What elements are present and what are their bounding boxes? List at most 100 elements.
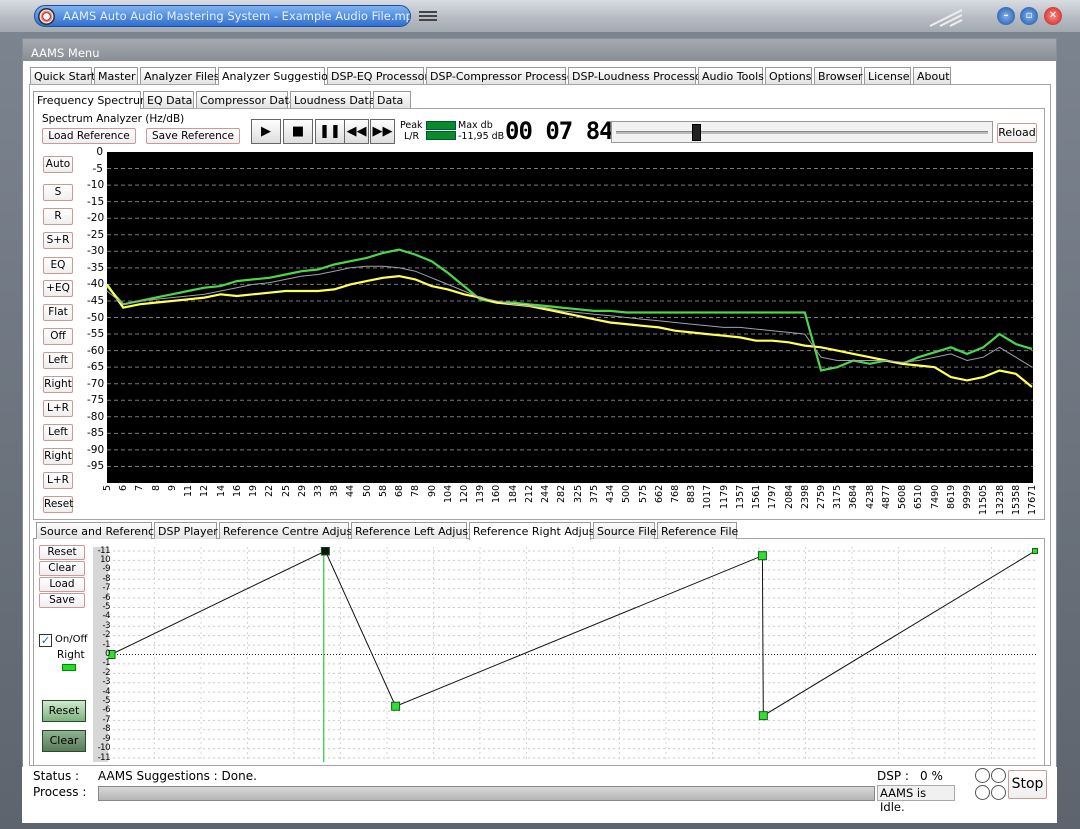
spectrum-x-tick: 244 <box>540 485 552 504</box>
play-icon: ▶ <box>261 124 271 139</box>
side-button-r[interactable]: R <box>43 208 73 225</box>
hamburger-icon[interactable] <box>419 11 437 13</box>
window-title: AAMS Auto Audio Mastering System - Examp… <box>34 5 411 27</box>
curve-node[interactable] <box>757 551 767 561</box>
tab-options[interactable]: Options <box>765 67 812 84</box>
tab-license[interactable]: License <box>864 67 911 84</box>
tab-browser[interactable]: Browser <box>814 67 863 84</box>
side-button-left[interactable]: Left <box>43 424 73 441</box>
stop-button-status[interactable]: Stop <box>1008 770 1047 799</box>
curve-reset-button[interactable]: Reset <box>42 700 86 722</box>
status-bar: Status : AAMS Suggestions : Done. Proces… <box>22 767 1057 823</box>
spectrum-x-tick: 1797 <box>767 485 779 510</box>
subtab-data[interactable]: Data <box>373 91 411 108</box>
curve-clear-button[interactable]: Clear <box>42 730 86 752</box>
title-bar[interactable]: AAMS Auto Audio Mastering System - Examp… <box>0 0 1080 32</box>
subtab-loudness-data[interactable]: Loudness Data <box>290 91 376 108</box>
tab-audio-tools[interactable]: Audio Tools <box>698 67 764 84</box>
spectrum-y-tick: -20 <box>87 212 105 225</box>
bottomtab-reference-right-adjust[interactable]: Reference Right Adjust <box>469 522 599 540</box>
curve-node[interactable] <box>1032 548 1038 554</box>
lr-label: L/R <box>404 131 420 142</box>
side-button-auto[interactable]: Auto <box>43 156 73 173</box>
side-button-eq[interactable]: EQ <box>43 257 73 274</box>
play-button[interactable]: ▶ <box>251 119 281 144</box>
minimize-icon[interactable]: – <box>997 7 1015 25</box>
spectrum-x-tick: 3684 <box>848 485 860 510</box>
bottomtab-dsp-player[interactable]: DSP Player <box>154 522 218 539</box>
bottomtab-source-and-reference[interactable]: Source and Reference <box>36 522 161 539</box>
spectrum-y-tick: -70 <box>87 377 105 390</box>
fast-forward-button[interactable]: ▶▶ <box>370 119 395 144</box>
curve-editor-plot[interactable] <box>108 547 1038 762</box>
tab-analyzer-files[interactable]: Analyzer Files <box>140 67 220 84</box>
rewind-button[interactable]: ◀◀ <box>344 119 369 144</box>
curve-node[interactable] <box>758 711 768 721</box>
side-button-reset[interactable]: Reset <box>43 496 73 513</box>
seek-thumb[interactable] <box>691 124 701 141</box>
tab-dsp-eq-processor[interactable]: DSP-EQ Processor <box>327 67 429 84</box>
bottomtab-reference-centre-adjust[interactable]: Reference Centre Adjust <box>219 522 357 539</box>
curve-reset-button[interactable]: Reset <box>39 545 85 560</box>
stop-button[interactable]: ■ <box>283 119 313 144</box>
spectrum-x-tick: 184 <box>507 485 519 504</box>
onoff-checkbox[interactable]: ✓ <box>39 634 52 647</box>
bottomtab-source-file[interactable]: Source File <box>593 522 657 539</box>
curve-node[interactable] <box>391 701 401 711</box>
tab-master[interactable]: Master <box>94 67 138 84</box>
spectrum-x-tick: 9 <box>166 485 178 492</box>
side-button-right[interactable]: Right <box>43 376 73 393</box>
reload-button[interactable]: Reload <box>997 123 1037 143</box>
app-logo-icon <box>38 8 55 25</box>
spectrum-x-tick: 7490 <box>929 485 941 510</box>
load-reference-button[interactable]: Load Reference <box>42 128 136 144</box>
curve-load-button[interactable]: Load <box>39 577 85 592</box>
spectrum-x-tick: 7 <box>134 485 146 492</box>
subtab-eq-data[interactable]: EQ Data <box>143 91 194 108</box>
spectrum-x-tick: 139 <box>475 485 487 504</box>
tab-about[interactable]: About <box>913 67 951 84</box>
side-button-flat[interactable]: Flat <box>43 304 73 321</box>
tab-quick-start[interactable]: Quick Start <box>30 67 95 84</box>
restore-icon[interactable]: ▫ <box>1020 7 1038 25</box>
close-icon[interactable]: ✕ <box>1044 7 1062 25</box>
save-reference-button[interactable]: Save Reference <box>146 128 240 144</box>
bottomtab-reference-left-adjust[interactable]: Reference Left Adjust <box>351 522 472 539</box>
spectrum-plot <box>107 152 1033 483</box>
maxdb-value: -11,95 dB <box>458 131 505 142</box>
subtab-frequency-spectrum[interactable]: Frequency Spectrum <box>33 91 151 109</box>
tab-dsp-compressor-processor[interactable]: DSP-Compressor Processor <box>426 67 578 84</box>
side-button-eq[interactable]: +EQ <box>43 280 73 297</box>
spectrum-x-tick: 8 <box>150 485 162 492</box>
side-button-off[interactable]: Off <box>43 328 73 345</box>
side-button-right[interactable]: Right <box>43 448 73 465</box>
side-button-s[interactable]: S <box>43 184 73 201</box>
spectrum-x-tick: 11 <box>183 485 195 498</box>
spectrum-x-tick: 2398 <box>799 485 811 510</box>
side-button-s-r[interactable]: S+R <box>43 232 73 249</box>
spectrum-x-tick: 15358 <box>1010 484 1022 515</box>
status-led-icon <box>991 785 1006 800</box>
peak-label: Peak <box>400 120 423 131</box>
spectrum-x-tick: 90 <box>426 485 438 498</box>
tab-dsp-loudness-processor[interactable]: DSP-Loudness Processor <box>568 67 706 84</box>
pause-button[interactable]: ❚❚ <box>315 119 345 144</box>
spectrum-group-title: Spectrum Analyzer (Hz/dB) <box>40 113 187 125</box>
side-button-l-r[interactable]: L+R <box>43 472 73 489</box>
spectrum-x-tick: 160 <box>491 485 503 504</box>
curve-save-button[interactable]: Save <box>39 593 85 608</box>
spectrum-x-tick: 58 <box>377 485 389 498</box>
bottomtab-reference-file[interactable]: Reference File <box>657 522 738 539</box>
curve-node[interactable] <box>320 547 330 556</box>
fast-forward-icon: ▶▶ <box>372 124 393 139</box>
menu-bar[interactable]: AAMS Menu <box>23 39 1056 61</box>
seek-slider[interactable] <box>611 121 993 143</box>
subtab-compressor-data[interactable]: Compressor Data <box>196 91 296 108</box>
side-button-l-r[interactable]: L+R <box>43 400 73 417</box>
side-button-left[interactable]: Left <box>43 352 73 369</box>
curve-y-tick: -7 <box>102 583 111 594</box>
tab-analyzer-suggestion[interactable]: Analyzer Suggestion <box>218 67 335 85</box>
spectrum-x-tick: 500 <box>621 485 633 504</box>
spectrum-x-tick: 1561 <box>751 485 763 510</box>
curve-clear-button[interactable]: Clear <box>39 561 85 576</box>
